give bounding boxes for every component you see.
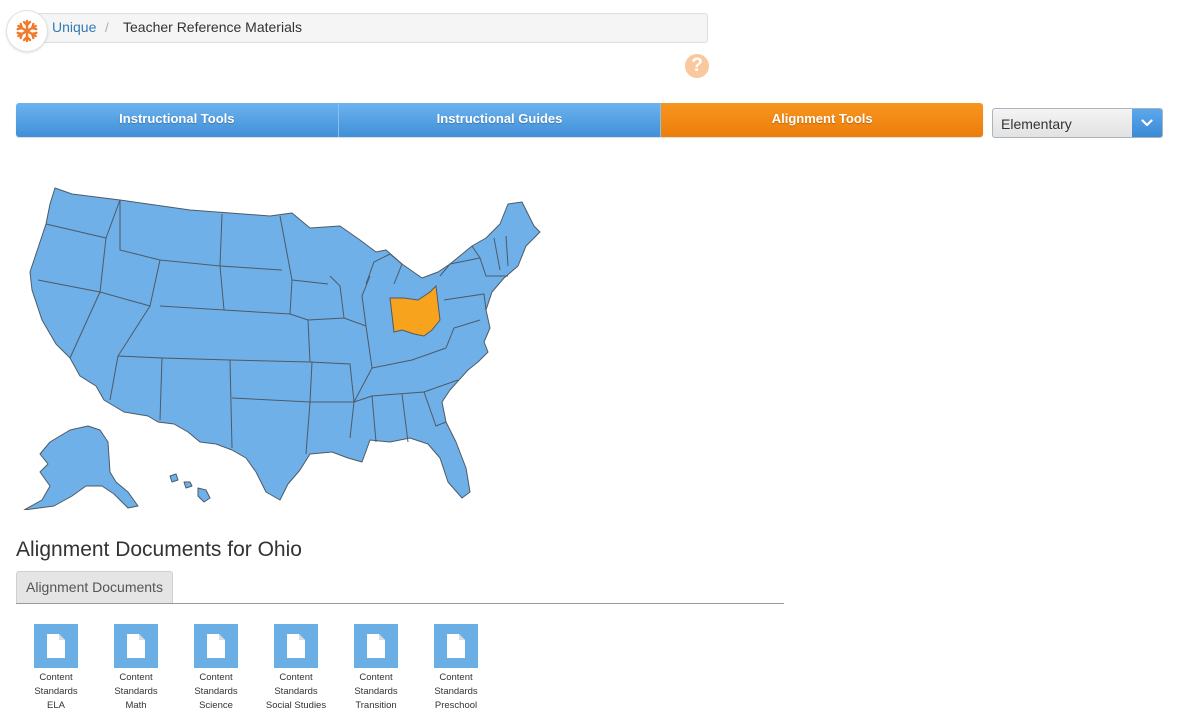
tab-alignment-documents[interactable]: Alignment Documents: [16, 571, 173, 603]
document-ela[interactable]: Content Standards ELA: [16, 624, 96, 713]
document-social-studies[interactable]: Content Standards Social Studies: [256, 624, 336, 713]
help-button[interactable]: ?: [685, 54, 709, 78]
document-label: Content Standards Preschool: [434, 672, 478, 711]
document-label: Content Standards Science: [194, 672, 238, 711]
tab-instructional-guides[interactable]: Instructional Guides: [338, 103, 662, 137]
tab-instructional-tools[interactable]: Instructional Tools: [16, 103, 339, 137]
grade-level-value: Elementary: [1001, 116, 1072, 132]
document-transition[interactable]: Content Standards Transition: [336, 624, 416, 713]
snowflake-icon: [16, 19, 38, 43]
us-map[interactable]: [10, 180, 550, 510]
document-preschool[interactable]: Content Standards Preschool: [416, 624, 496, 713]
document-icon: [274, 624, 318, 668]
document-label: Content Standards Transition: [354, 672, 398, 711]
divider: [16, 603, 784, 604]
question-icon: ?: [691, 55, 703, 76]
alignment-documents-title: Alignment Documents for Ohio: [16, 538, 302, 561]
document-icon: [194, 624, 238, 668]
document-math[interactable]: Content Standards Math: [96, 624, 176, 713]
document-list: Content Standards ELA Content Standards Math…: [16, 624, 496, 713]
document-icon: [114, 624, 158, 668]
chevron-down-icon: [1141, 119, 1153, 127]
grade-level-select[interactable]: Elementary: [992, 108, 1163, 138]
document-icon: [434, 624, 478, 668]
main-tabs: Instructional Tools Instructional Guides…: [16, 103, 983, 137]
breadcrumb-root-link[interactable]: Unique: [52, 19, 96, 35]
hawaii: [169, 473, 211, 503]
document-science[interactable]: Content Standards Science: [176, 624, 256, 713]
tab-alignment-tools[interactable]: Alignment Tools: [661, 103, 983, 137]
document-icon: [34, 624, 78, 668]
app-logo[interactable]: [6, 10, 48, 52]
document-label: Content Standards Social Studies: [265, 672, 327, 711]
breadcrumb-separator: /: [105, 20, 109, 35]
alaska: [23, 425, 139, 510]
document-icon: [354, 624, 398, 668]
breadcrumb-current: Teacher Reference Materials: [123, 19, 302, 35]
document-label: Content Standards Math: [114, 672, 158, 711]
document-label: Content Standards ELA: [34, 672, 78, 711]
select-arrow-button[interactable]: [1132, 109, 1162, 137]
